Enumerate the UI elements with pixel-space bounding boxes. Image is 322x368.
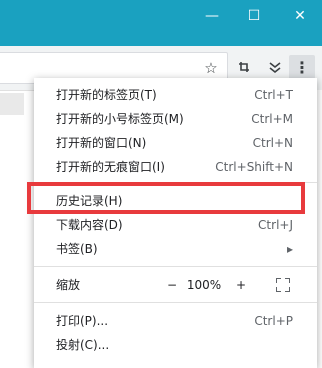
zoom-in-button[interactable]: +: [234, 274, 248, 296]
menu-item-bookmarks[interactable]: 书签(B) ▸: [34, 238, 317, 260]
menu-item-new-tab[interactable]: 打开新的标签页(T) Ctrl+T: [34, 84, 317, 106]
menu-item-history[interactable]: 历史记录(H): [34, 190, 317, 212]
menu-item-zoom: 缩放 − 100% +: [34, 274, 317, 296]
menu-item-label: 下载内容(D): [56, 218, 123, 232]
title-bar: — ☐ ✕: [0, 0, 322, 46]
menu-item-shortcut: Ctrl+J: [258, 218, 293, 232]
chrome-menu: 打开新的标签页(T) Ctrl+T 打开新的小号标签页(M) Ctrl+M 打开…: [34, 78, 317, 368]
menu-item-incognito-window[interactable]: 打开新的无痕窗口(I) Ctrl+Shift+N: [34, 156, 317, 178]
menu-item-shortcut: Ctrl+T: [254, 88, 293, 102]
menu-item-label: 打印(P)...: [56, 314, 109, 328]
menu-item-label: 打开新的标签页(T): [56, 88, 157, 102]
menu-item-shortcut: Ctrl+M: [251, 112, 293, 126]
menu-item-label: 打开新的小号标签页(M): [56, 112, 184, 126]
maximize-button[interactable]: ☐: [232, 0, 276, 34]
fullscreen-icon[interactable]: [276, 278, 290, 292]
menu-item-downloads[interactable]: 下载内容(D) Ctrl+J: [34, 214, 317, 236]
menu-item-label: 打开新的无痕窗口(I): [56, 160, 165, 174]
menu-item-label: 投射(C)...: [56, 338, 110, 352]
menu-divider: [34, 266, 317, 267]
submenu-arrow-icon: ▸: [286, 242, 293, 256]
page-content-edge: [0, 90, 34, 361]
close-button[interactable]: ✕: [278, 0, 322, 34]
menu-item-new-small-tab[interactable]: 打开新的小号标签页(M) Ctrl+M: [34, 108, 317, 130]
menu-item-label: 打开新的窗口(N): [56, 136, 147, 150]
minimize-button[interactable]: —: [190, 0, 234, 34]
menu-divider: [34, 302, 317, 303]
zoom-out-button[interactable]: −: [162, 274, 182, 296]
menu-item-print[interactable]: 打印(P)... Ctrl+P: [34, 310, 317, 332]
menu-item-label: 历史记录(H): [56, 194, 123, 208]
page-strip: [0, 93, 24, 115]
menu-item-label: 书签(B): [56, 242, 98, 256]
zoom-value: 100%: [186, 278, 222, 292]
menu-item-shortcut: Ctrl+N: [252, 136, 293, 150]
zoom-label: 缩放: [56, 278, 81, 292]
menu-item-cast[interactable]: 投射(C)...: [34, 334, 317, 356]
menu-item-new-window[interactable]: 打开新的窗口(N) Ctrl+N: [34, 132, 317, 154]
menu-item-shortcut: Ctrl+Shift+N: [215, 160, 293, 174]
menu-item-shortcut: Ctrl+P: [254, 314, 293, 328]
menu-divider: [34, 182, 317, 183]
